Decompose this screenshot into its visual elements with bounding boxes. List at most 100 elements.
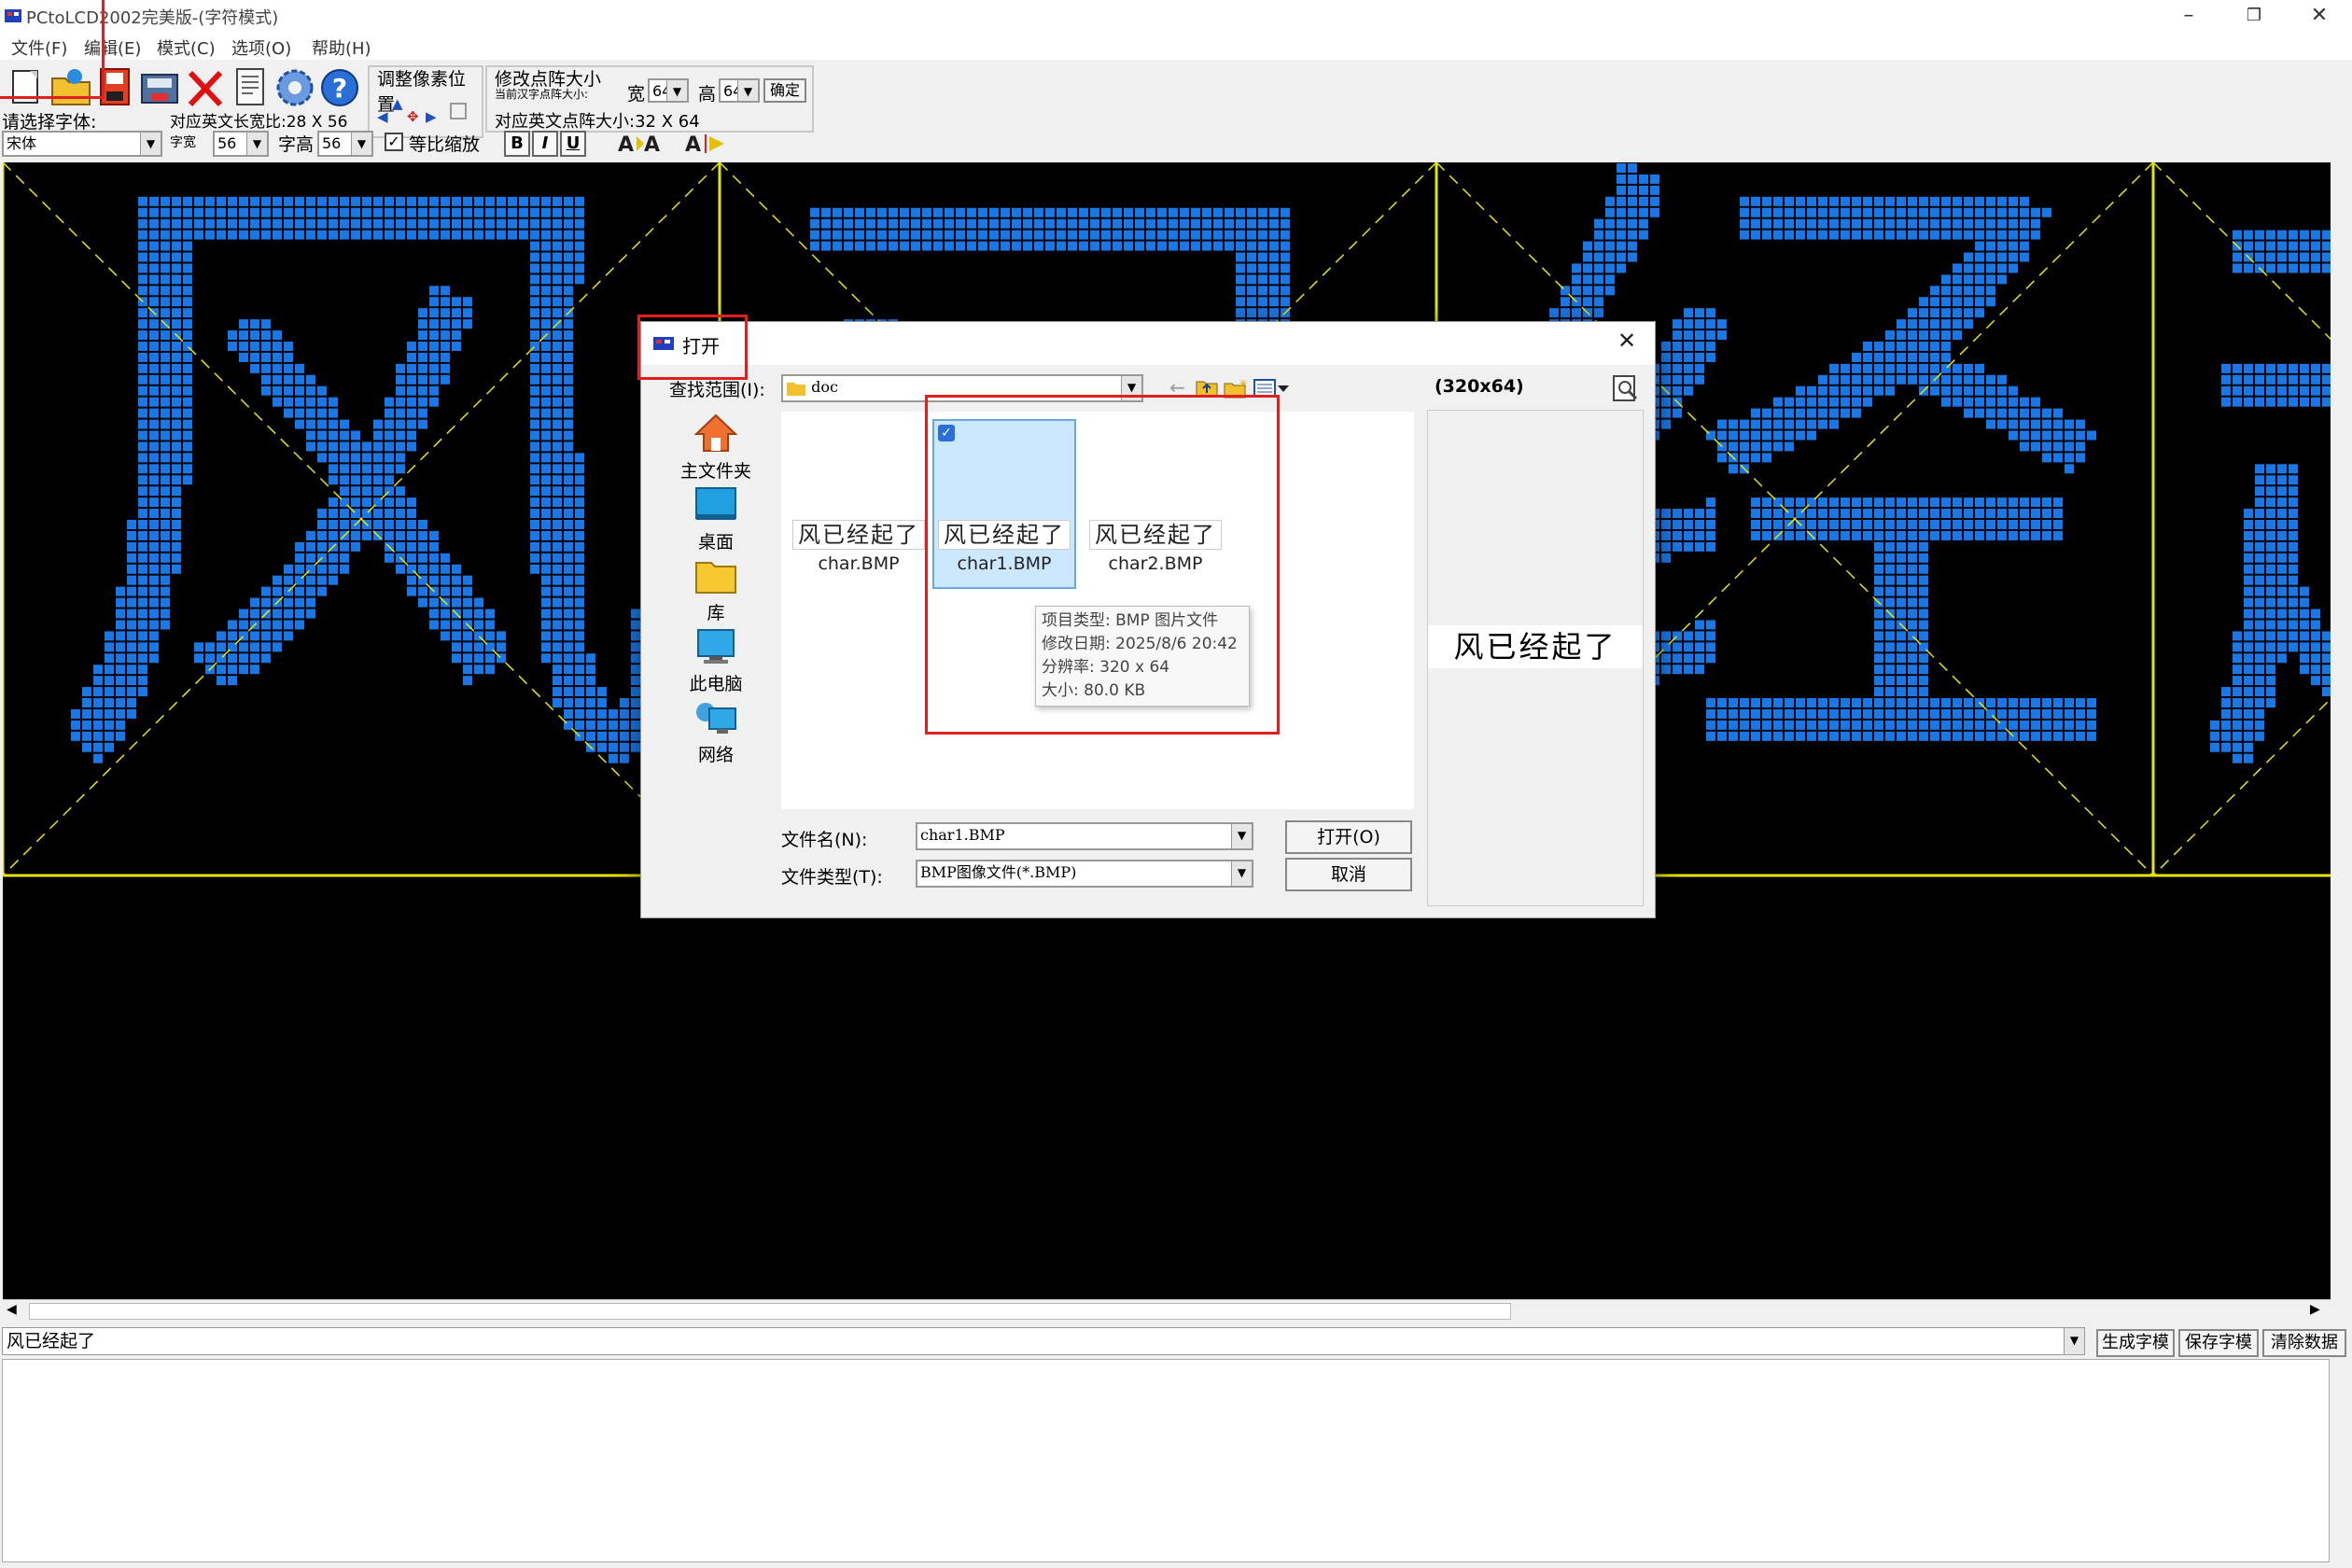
pixel-dot[interactable]: [1628, 252, 1637, 262]
pixel-dot[interactable]: [485, 609, 495, 619]
pixel-dot[interactable]: [553, 274, 562, 285]
pixel-dot[interactable]: [149, 352, 159, 362]
pixel-dot[interactable]: [1852, 520, 1861, 529]
pixel-dot[interactable]: [2255, 731, 2264, 741]
pixel-dot[interactable]: [396, 397, 405, 407]
pixel-dot[interactable]: [2221, 742, 2231, 752]
pixel-dot[interactable]: [530, 509, 539, 519]
pixel-dot[interactable]: [429, 308, 439, 318]
pixel-dot[interactable]: [340, 564, 349, 574]
pixel-dot[interactable]: [564, 453, 573, 463]
pixel-dot[interactable]: [1057, 207, 1066, 217]
pixel-dot[interactable]: [564, 408, 573, 418]
pixel-dot[interactable]: [127, 631, 136, 641]
pixel-dot[interactable]: [2255, 252, 2264, 262]
pixel-dot[interactable]: [1796, 497, 1805, 508]
pixel-dot[interactable]: [1874, 509, 1883, 519]
pixel-dot[interactable]: [161, 564, 170, 574]
pixel-dot[interactable]: [1034, 218, 1043, 229]
pixel-dot[interactable]: [2233, 731, 2242, 741]
pixel-dot[interactable]: [1863, 218, 1872, 229]
pixel-dot[interactable]: [1874, 207, 1883, 217]
pixel-dot[interactable]: [553, 642, 562, 652]
pixel-dot[interactable]: [2255, 509, 2264, 519]
pixel-dot[interactable]: [273, 342, 282, 351]
pixel-dot[interactable]: [317, 230, 327, 240]
pixel-dot[interactable]: [900, 207, 909, 217]
pixel-dot[interactable]: [295, 207, 304, 217]
pixel-dot[interactable]: [2042, 530, 2051, 540]
pixel-dot[interactable]: [1818, 419, 1827, 429]
pixel-dot[interactable]: [1885, 731, 1895, 741]
pixel-dot[interactable]: [2289, 497, 2298, 508]
pixel-dot[interactable]: [553, 509, 562, 519]
place-computer[interactable]: 此电脑: [660, 628, 772, 695]
pixel-dot[interactable]: [1225, 241, 1234, 251]
pixel-dot[interactable]: [530, 207, 539, 217]
pixel-dot[interactable]: [1908, 586, 1917, 596]
pixel-dot[interactable]: [530, 252, 539, 262]
pixel-dot[interactable]: [273, 207, 282, 217]
pixel-dot[interactable]: [2300, 374, 2309, 385]
pixel-dot[interactable]: [1605, 218, 1615, 229]
pixel-dot[interactable]: [385, 497, 394, 508]
pixel-dot[interactable]: [1807, 708, 1816, 719]
pixel-dot[interactable]: [2277, 575, 2287, 585]
pixel-dot[interactable]: [1785, 708, 1794, 719]
pixel-dot[interactable]: [396, 509, 405, 519]
pixel-dot[interactable]: [161, 509, 170, 519]
pixel-dot[interactable]: [284, 230, 293, 240]
pixel-dot[interactable]: [597, 720, 607, 730]
pixel-dot[interactable]: [609, 753, 618, 763]
pixel-dot[interactable]: [1897, 631, 1906, 641]
pixel-dot[interactable]: [1841, 218, 1850, 229]
pixel-dot[interactable]: [1706, 653, 1715, 664]
pixel-dot[interactable]: [172, 363, 181, 373]
pixel-dot[interactable]: [1796, 385, 1805, 396]
pixel-dot[interactable]: [2065, 720, 2074, 730]
pixel-dot[interactable]: [2042, 430, 2051, 441]
pixel-dot[interactable]: [956, 207, 965, 217]
pixel-dot[interactable]: [2221, 374, 2231, 385]
pixel-dot[interactable]: [519, 218, 528, 229]
pixel-dot[interactable]: [1885, 698, 1895, 707]
pixel-dot[interactable]: [149, 430, 159, 441]
pixel-dot[interactable]: [373, 207, 383, 217]
pixel-dot[interactable]: [385, 509, 394, 519]
pixel-dot[interactable]: [1919, 541, 1928, 552]
pixel-dot[interactable]: [1807, 218, 1816, 229]
pixel-dot[interactable]: [2233, 252, 2242, 262]
pixel-dot[interactable]: [1953, 274, 1962, 285]
pixel-dot[interactable]: [1941, 196, 1951, 206]
pixel-dot[interactable]: [340, 230, 349, 240]
pixel-dot[interactable]: [2009, 196, 2018, 206]
pixel-dot[interactable]: [2277, 653, 2287, 664]
pixel-dot[interactable]: [474, 620, 483, 630]
pixel-dot[interactable]: [340, 553, 349, 563]
flip-icon[interactable]: A: [683, 129, 737, 157]
pixel-dot[interactable]: [452, 330, 461, 341]
pixel-dot[interactable]: [1908, 676, 1917, 686]
pixel-dot[interactable]: [228, 207, 237, 217]
pixel-dot[interactable]: [541, 218, 551, 229]
pixel-dot[interactable]: [2233, 642, 2242, 652]
pixel-dot[interactable]: [2255, 653, 2264, 664]
pixel-dot[interactable]: [541, 342, 551, 351]
pixel-dot[interactable]: [463, 653, 472, 664]
pixel-dot[interactable]: [329, 509, 338, 519]
pixel-dot[interactable]: [564, 385, 573, 396]
proportional-checkbox[interactable]: ✓: [385, 133, 403, 151]
pixel-dot[interactable]: [1617, 252, 1626, 262]
pixel-dot[interactable]: [1818, 520, 1827, 529]
pixel-dot[interactable]: [1885, 342, 1895, 351]
pixel-dot[interactable]: [273, 352, 282, 362]
pixel-right-icon[interactable]: ▶: [426, 108, 437, 125]
pixel-dot[interactable]: [273, 620, 282, 630]
pixel-dot[interactable]: [2076, 441, 2085, 452]
pixel-dot[interactable]: [2277, 230, 2287, 240]
pixel-dot[interactable]: [396, 385, 405, 396]
pixel-dot[interactable]: [116, 597, 125, 608]
pixel-dot[interactable]: [1964, 230, 1973, 240]
pixel-dot[interactable]: [2065, 698, 2074, 707]
pixel-dot[interactable]: [631, 731, 640, 741]
